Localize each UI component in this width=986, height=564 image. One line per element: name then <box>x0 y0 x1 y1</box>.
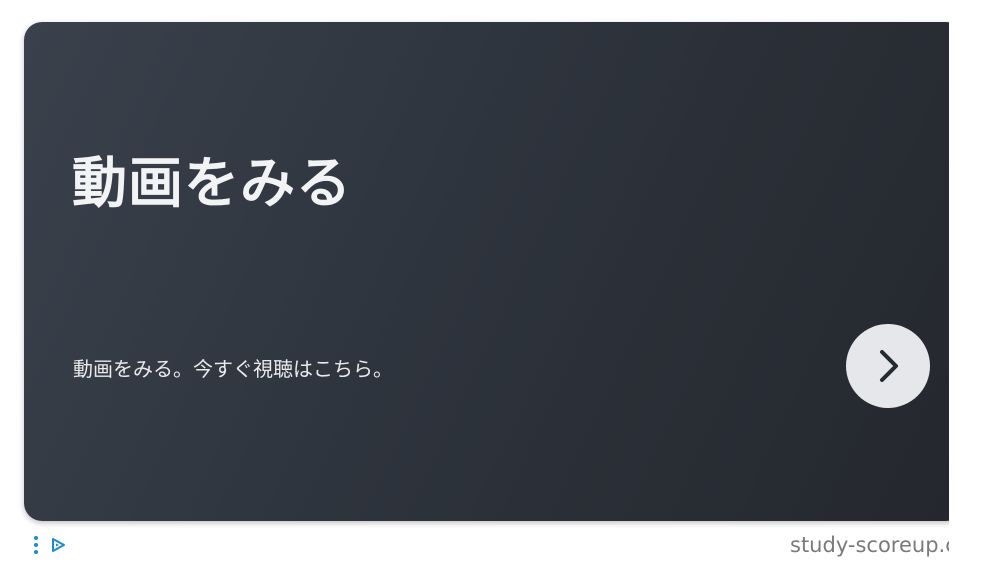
vertical-dots-icon[interactable] <box>30 535 42 555</box>
ad-frame: 動画をみる 動画をみる。今すぐ視聴はこちら。 study-scoreup.c <box>0 0 949 564</box>
advertiser-domain[interactable]: study-scoreup.c <box>790 533 949 557</box>
ad-footer-icons <box>30 535 68 555</box>
ad-headline: 動画をみる <box>72 151 353 215</box>
ad-card[interactable]: 動画をみる 動画をみる。今すぐ視聴はこちら。 <box>24 22 949 521</box>
next-arrow-button[interactable] <box>846 324 930 408</box>
chevron-right-icon <box>880 350 898 382</box>
ad-subtitle: 動画をみる。今すぐ視聴はこちら。 <box>73 357 393 381</box>
adchoices-icon[interactable] <box>50 535 68 555</box>
